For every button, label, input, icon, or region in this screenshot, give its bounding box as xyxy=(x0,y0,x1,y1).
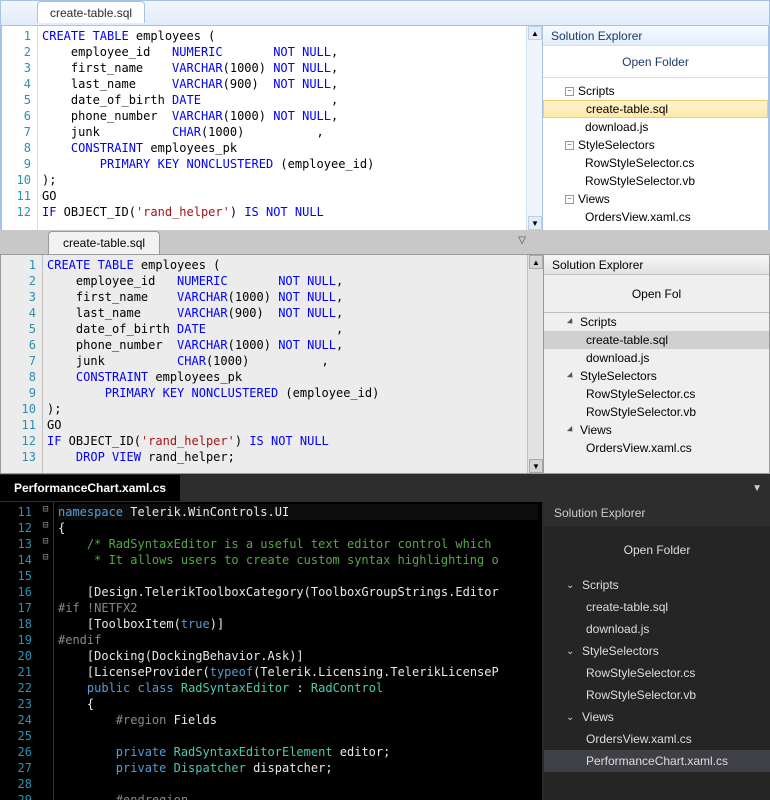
tree-item-label: download.js xyxy=(586,351,649,365)
tree-item-label: create-table.sql xyxy=(586,600,668,614)
tab-bar: create-table.sql xyxy=(1,1,769,25)
tree-file[interactable]: RowStyleSelector.cs xyxy=(544,385,769,403)
tree-file[interactable]: RowStyleSelector.vb xyxy=(543,172,768,190)
tree-item-label: Scripts xyxy=(582,578,619,592)
solution-explorer: Solution Explorer Open Folder ⌄ Scripts cr… xyxy=(544,502,770,800)
solution-explorer-title: Solution Explorer xyxy=(544,255,769,275)
tree-file[interactable]: RowStyleSelector.cs xyxy=(544,662,770,684)
open-folder-button[interactable]: Open Folder xyxy=(544,526,770,574)
tree-item-label: OrdersView.xaml.cs xyxy=(585,210,691,224)
tree-folder[interactable]: ⌄ Views xyxy=(544,706,770,728)
tree-item-label: StyleSelectors xyxy=(580,369,657,383)
expand-icon[interactable]: − xyxy=(565,87,574,96)
open-folder-button[interactable]: Open Folder xyxy=(543,46,768,78)
tree-item-label: download.js xyxy=(586,622,649,636)
tree-file[interactable]: create-table.sql xyxy=(543,100,768,118)
tree-file[interactable]: create-table.sql xyxy=(544,596,770,618)
tree-item-label: create-table.sql xyxy=(586,102,668,116)
solution-explorer: Solution Explorer Open Folder −Scriptscr… xyxy=(543,25,769,231)
code-content[interactable]: CREATE TABLE employees ( employee_id NUM… xyxy=(43,255,527,473)
solution-explorer-title: Solution Explorer xyxy=(543,26,768,46)
tree-item-label: create-table.sql xyxy=(586,333,668,347)
expand-icon[interactable] xyxy=(567,426,575,434)
tree-item-label: Views xyxy=(580,423,612,437)
tree-folder[interactable]: Views xyxy=(544,421,769,439)
expand-icon[interactable]: ⌄ xyxy=(566,712,578,723)
pane-gray: create-table.sql ▽ 12345678910111213 CRE… xyxy=(0,230,770,474)
tree-folder[interactable]: −Views xyxy=(543,190,768,208)
tab-bar: create-table.sql ▽ xyxy=(0,230,770,254)
expand-icon[interactable] xyxy=(567,372,575,380)
code-editor[interactable]: 12345678910111213 CREATE TABLE employees… xyxy=(0,254,544,474)
line-gutter: 11121314151617181920212223242526272829 xyxy=(0,502,38,800)
scroll-up-icon[interactable]: ▲ xyxy=(528,26,542,40)
expand-icon[interactable] xyxy=(567,318,575,326)
tree-folder[interactable]: −StyleSelectors xyxy=(543,136,768,154)
tree-item-label: RowStyleSelector.cs xyxy=(585,156,694,170)
code-content[interactable]: namespace Telerik.WinControls.UI{ /* Rad… xyxy=(54,502,542,800)
tree-item-label: Views xyxy=(578,192,610,206)
tree-file[interactable]: RowStyleSelector.vb xyxy=(544,403,769,421)
tab-overflow-icon[interactable]: ▼ xyxy=(752,483,762,494)
line-gutter: 12345678910111213 xyxy=(1,255,43,473)
code-editor[interactable]: 123456789101112 CREATE TABLE employees (… xyxy=(1,25,543,231)
file-tree: ⌄ Scripts create-table.sql download.js ⌄ Styl… xyxy=(544,574,770,772)
tab-overflow-icon[interactable]: ▽ xyxy=(518,235,526,246)
pane-blue: create-table.sql 123456789101112 CREATE … xyxy=(0,0,770,232)
vertical-scrollbar[interactable]: ▲ ▼ xyxy=(526,26,542,230)
code-editor[interactable]: 11121314151617181920212223242526272829 ⊟… xyxy=(0,502,544,800)
tree-item-label: StyleSelectors xyxy=(582,644,659,658)
tree-item-label: OrdersView.xaml.cs xyxy=(586,732,692,746)
editor-tab[interactable]: create-table.sql xyxy=(48,231,160,254)
tree-folder[interactable]: Scripts xyxy=(544,313,769,331)
tree-item-label: download.js xyxy=(585,120,648,134)
tree-item-label: OrdersView.xaml.cs xyxy=(586,441,692,455)
tree-file[interactable]: download.js xyxy=(544,618,770,640)
expand-icon[interactable]: − xyxy=(565,195,574,204)
expand-icon[interactable]: ⌄ xyxy=(566,580,578,591)
tree-item-label: Scripts xyxy=(578,84,615,98)
tree-file[interactable]: RowStyleSelector.vb xyxy=(544,684,770,706)
scroll-down-icon[interactable]: ▼ xyxy=(529,459,543,473)
tree-folder[interactable]: ⌄ StyleSelectors xyxy=(544,640,770,662)
tree-file[interactable]: PerformanceChart.xaml.cs xyxy=(544,750,770,772)
scroll-up-icon[interactable]: ▲ xyxy=(529,255,543,269)
open-folder-button[interactable]: Open Fol xyxy=(544,275,769,313)
editor-tab[interactable]: create-table.sql xyxy=(37,1,145,23)
tree-item-label: RowStyleSelector.vb xyxy=(586,688,696,702)
fold-gutter[interactable]: ⊟ ⊟ ⊟⊟ xyxy=(38,502,54,800)
line-gutter: 123456789101112 xyxy=(2,26,38,230)
tree-item-label: RowStyleSelector.vb xyxy=(585,174,695,188)
tree-file[interactable]: download.js xyxy=(543,118,768,136)
tree-item-label: Scripts xyxy=(580,315,617,329)
pane-dark: PerformanceChart.xaml.cs ▼ 1112131415161… xyxy=(0,474,770,800)
scroll-down-icon[interactable]: ▼ xyxy=(528,216,542,230)
vertical-scrollbar[interactable]: ▲ ▼ xyxy=(527,255,543,473)
code-content[interactable]: CREATE TABLE employees ( employee_id NUM… xyxy=(38,26,526,230)
tree-file[interactable]: create-table.sql xyxy=(544,331,769,349)
tree-item-label: Views xyxy=(582,710,614,724)
tree-file[interactable]: OrdersView.xaml.cs xyxy=(544,728,770,750)
tab-bar: PerformanceChart.xaml.cs ▼ xyxy=(0,474,770,502)
file-tree: −Scriptscreate-table.sqldownload.js−Styl… xyxy=(543,78,768,230)
tree-item-label: RowStyleSelector.cs xyxy=(586,387,695,401)
editor-tab[interactable]: PerformanceChart.xaml.cs xyxy=(0,475,180,501)
tree-folder[interactable]: ⌄ Scripts xyxy=(544,574,770,596)
tree-folder[interactable]: −Scripts xyxy=(543,82,768,100)
tree-file[interactable]: download.js xyxy=(544,349,769,367)
expand-icon[interactable]: ⌄ xyxy=(566,646,578,657)
tree-folder[interactable]: StyleSelectors xyxy=(544,367,769,385)
solution-explorer-title: Solution Explorer xyxy=(544,502,770,526)
tree-file[interactable]: RowStyleSelector.cs xyxy=(543,154,768,172)
tree-item-label: RowStyleSelector.cs xyxy=(586,666,695,680)
tree-item-label: RowStyleSelector.vb xyxy=(586,405,696,419)
tree-file[interactable]: OrdersView.xaml.cs xyxy=(543,208,768,226)
file-tree: Scripts create-table.sql download.js StyleS… xyxy=(544,313,769,457)
tree-item-label: PerformanceChart.xaml.cs xyxy=(586,754,728,768)
solution-explorer: Solution Explorer Open Fol Scripts create… xyxy=(544,254,770,474)
expand-icon[interactable]: − xyxy=(565,141,574,150)
tree-item-label: StyleSelectors xyxy=(578,138,655,152)
tree-file[interactable]: OrdersView.xaml.cs xyxy=(544,439,769,457)
